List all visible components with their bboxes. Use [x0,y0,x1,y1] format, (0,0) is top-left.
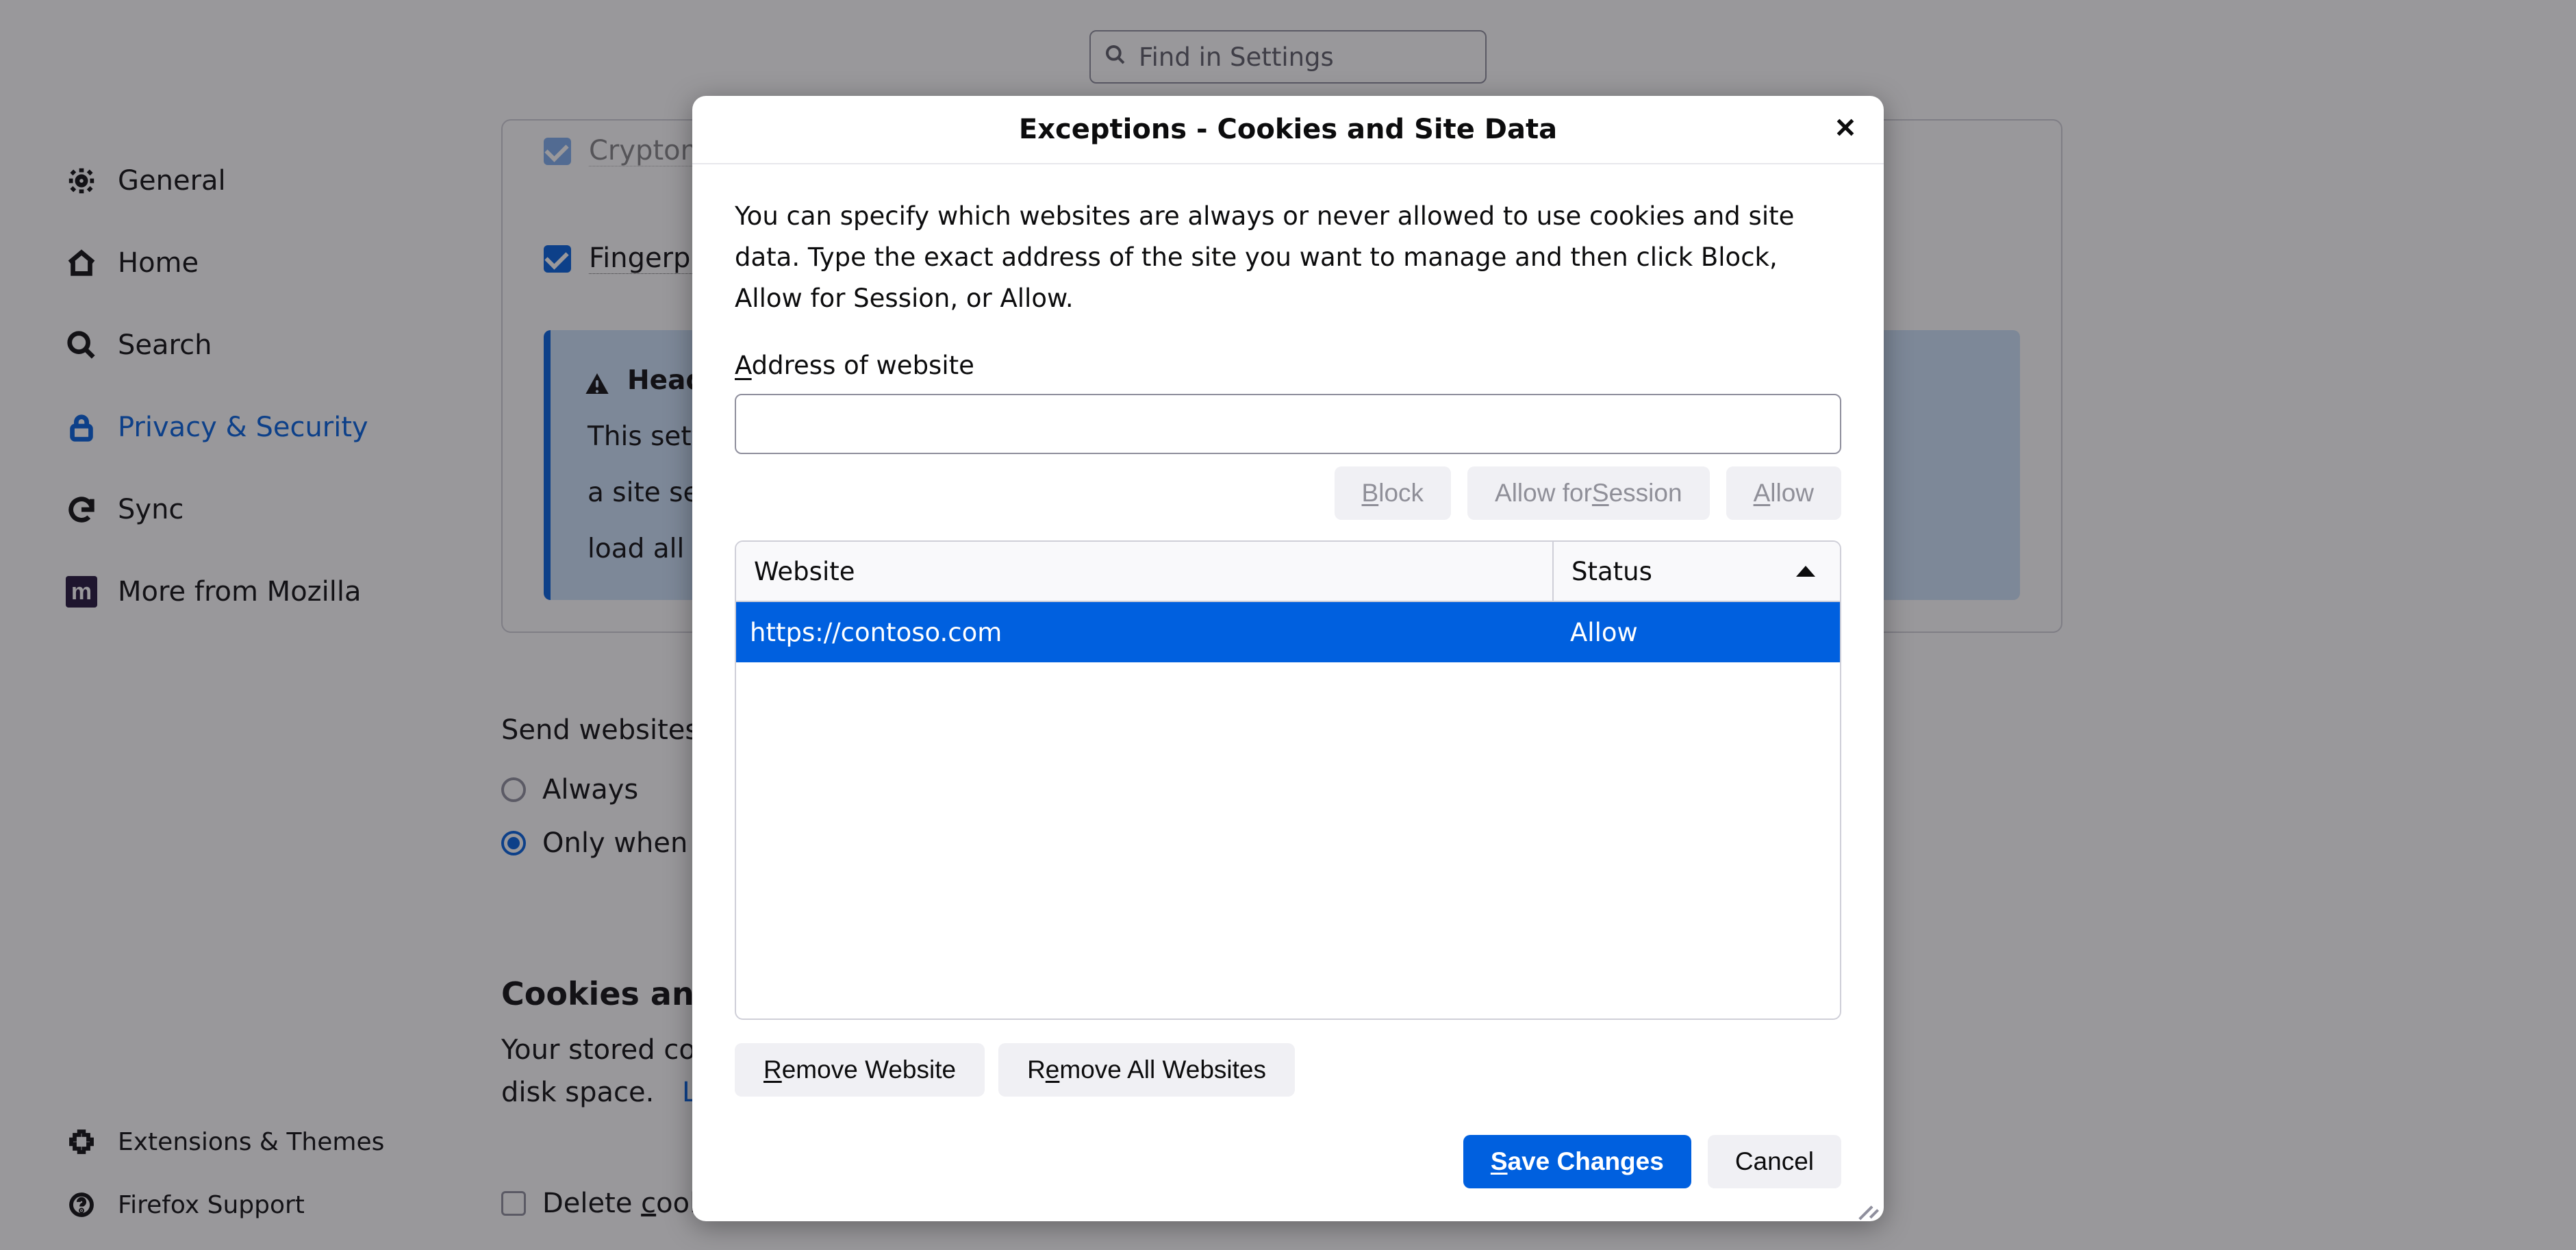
allow-for-session-button[interactable]: Allow for Session [1467,466,1710,520]
resize-handle[interactable] [1858,1195,1880,1217]
column-header-website[interactable]: Website [736,542,1552,601]
cell-website: https://contoso.com [736,618,1552,647]
close-icon [1833,115,1858,146]
cancel-button[interactable]: Cancel [1708,1135,1841,1188]
address-input[interactable] [735,394,1841,454]
allow-button[interactable]: Allow [1726,466,1841,520]
save-changes-button[interactable]: Save Changes [1463,1135,1691,1188]
sort-ascending-icon [1796,566,1815,577]
remove-all-websites-button[interactable]: Remove All Websites [998,1043,1295,1097]
exceptions-table: Website Status https://contoso.comAllow [735,540,1841,1020]
modal-overlay: Exceptions - Cookies and Site Data You c… [0,0,2576,1250]
block-button[interactable]: Block [1335,466,1452,520]
remove-website-button[interactable]: Remove Website [735,1043,985,1097]
dialog-close-button[interactable] [1826,111,1865,149]
cell-status: Allow [1552,618,1840,647]
exceptions-dialog: Exceptions - Cookies and Site Data You c… [692,96,1884,1221]
dialog-title: Exceptions - Cookies and Site Data [1019,114,1557,145]
column-header-status[interactable]: Status [1552,542,1840,601]
table-row[interactable]: https://contoso.comAllow [736,602,1840,662]
dialog-description: You can specify which websites are alway… [735,196,1841,319]
address-input-label: Address of website [735,351,1841,380]
